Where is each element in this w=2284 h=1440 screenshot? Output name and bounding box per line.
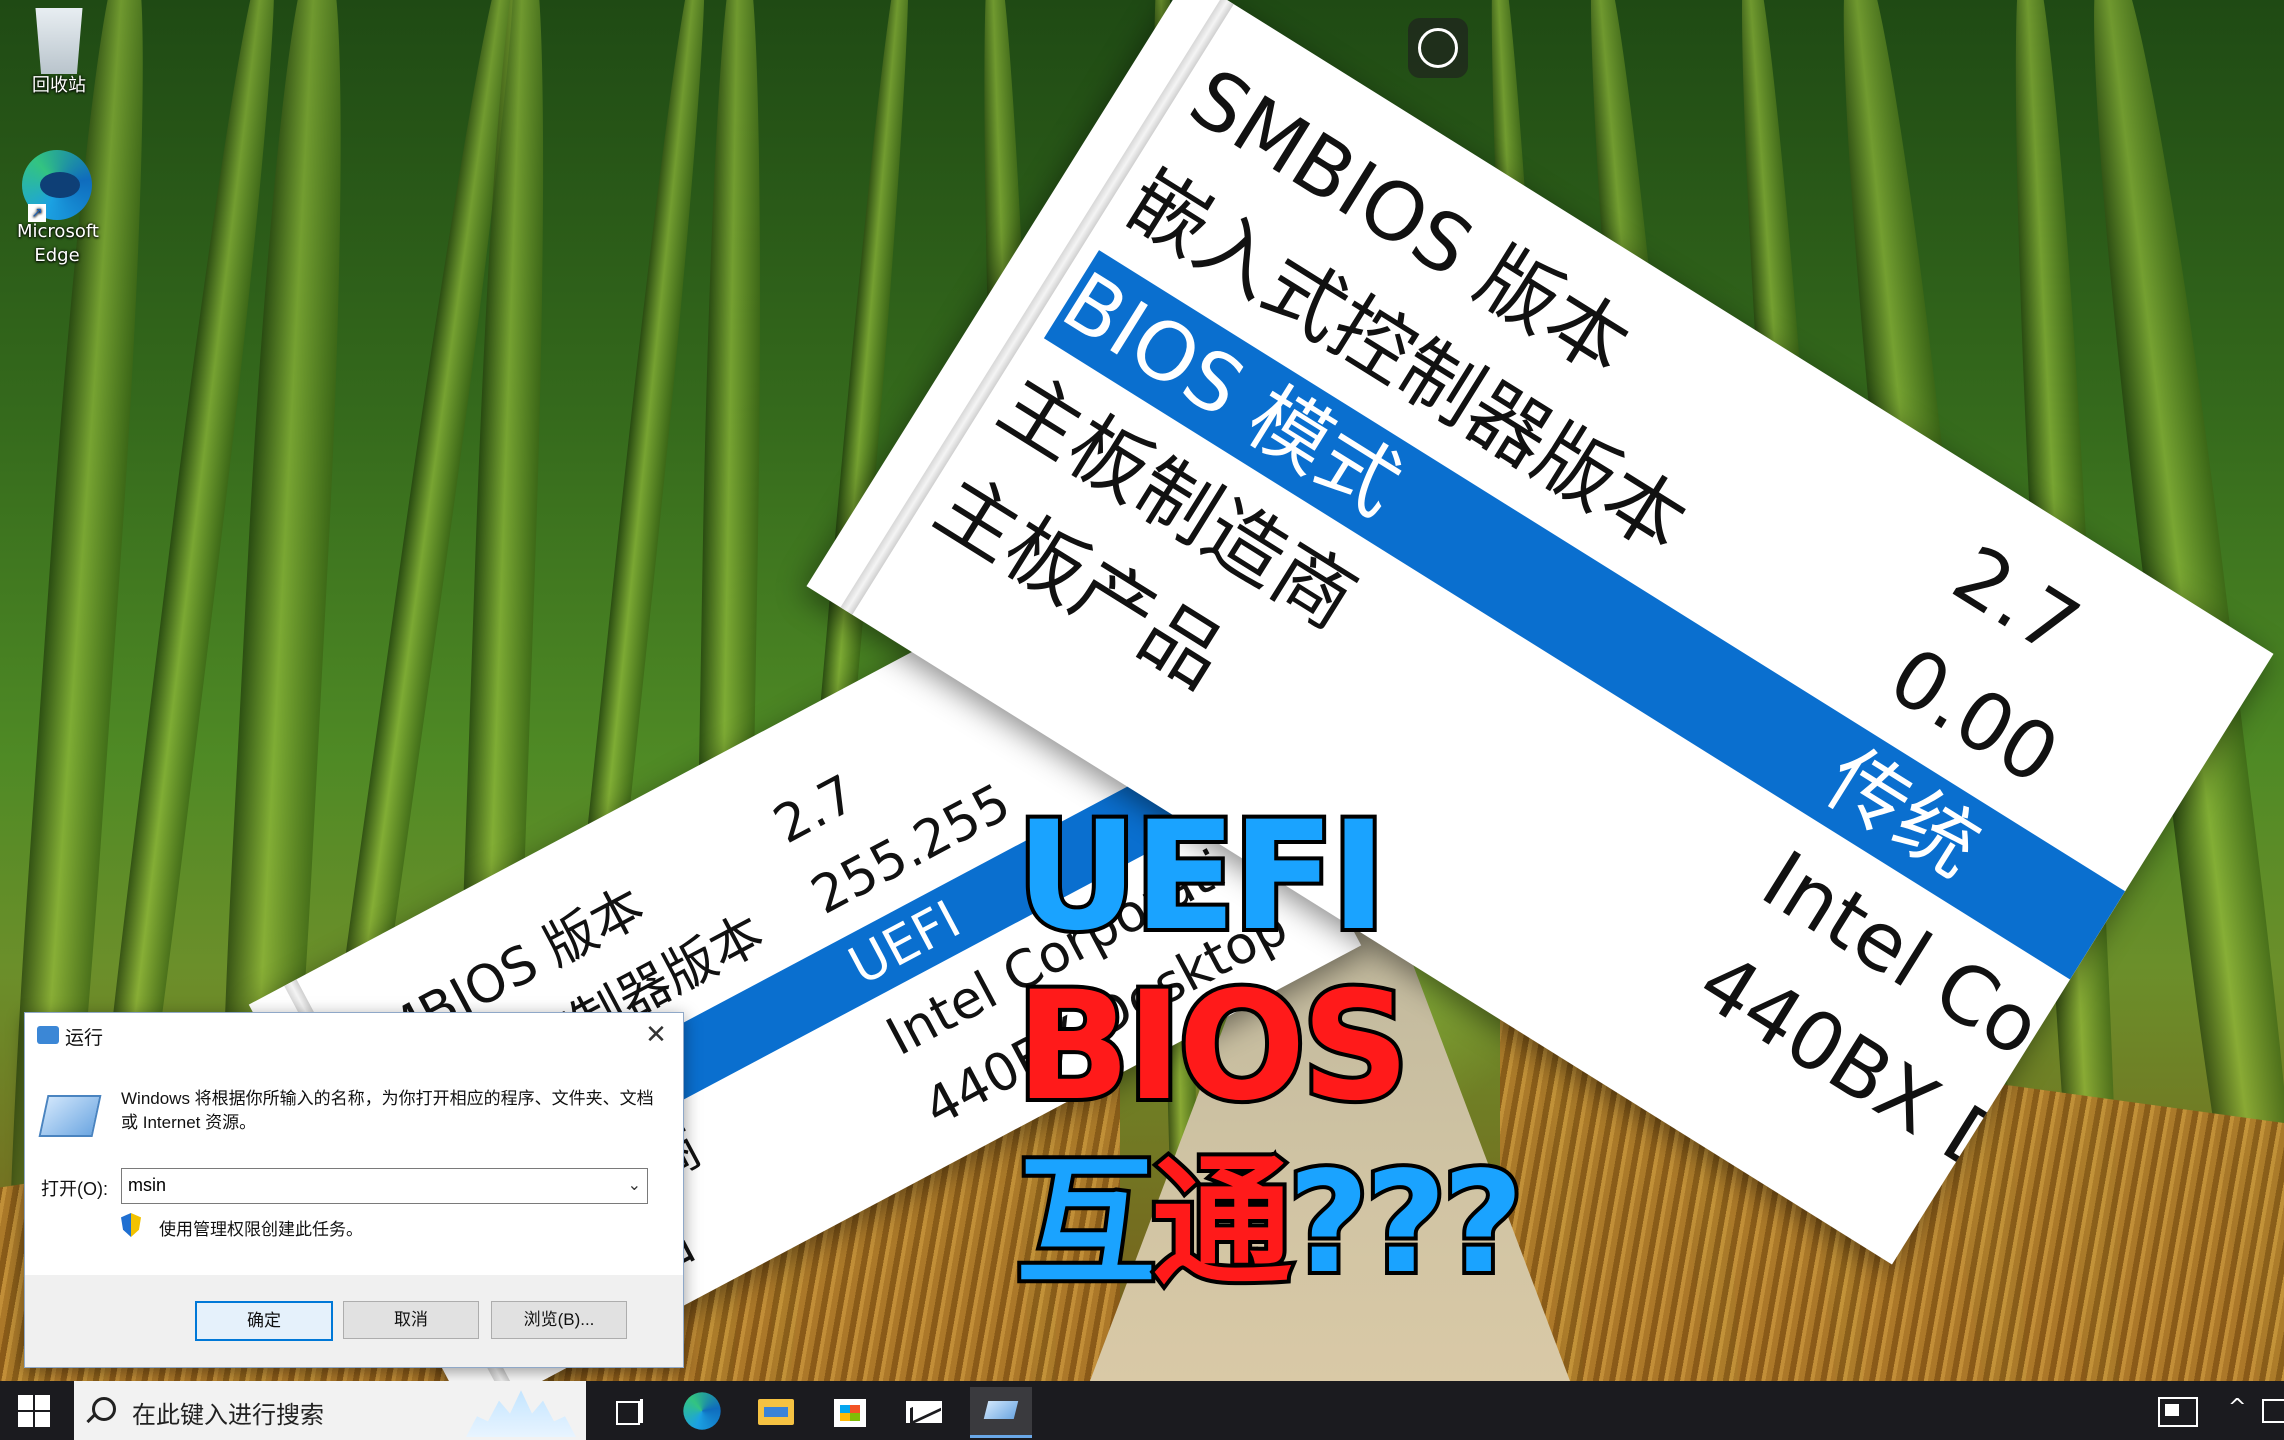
search-icon (92, 1397, 116, 1421)
run-dialog-footer: 确定 取消 浏览(B)... (25, 1275, 683, 1367)
admin-note: 使用管理权限创建此任务。 (159, 1220, 363, 1239)
close-icon: ✕ (645, 1019, 667, 1049)
start-button[interactable] (18, 1395, 50, 1427)
file-explorer-icon[interactable] (754, 1389, 798, 1433)
search-highlight-image (466, 1390, 576, 1437)
desktop-icon-label: Microsoft Edge (17, 221, 99, 266)
desktop-icon-edge[interactable]: ↗ Microsoft Edge (2, 150, 112, 268)
caption-question-marks: ??? (1284, 1138, 1528, 1309)
caption-hu: 互 (1012, 1138, 1160, 1309)
cancel-button[interactable]: 取消 (343, 1301, 479, 1339)
run-taskbar-icon[interactable] (970, 1387, 1032, 1438)
uac-shield-icon (121, 1213, 141, 1237)
mail-icon[interactable] (902, 1389, 946, 1433)
open-label: 打开(O): (41, 1179, 108, 1199)
desktop-icon-recycle-bin[interactable]: 回收站 (4, 8, 114, 98)
shortcut-arrow-icon: ↗ (28, 204, 46, 222)
run-dialog-titlebar[interactable]: 运行 ✕ (25, 1013, 683, 1057)
desktop-icon-label: 回收站 (32, 75, 86, 96)
caption-uefi: UEFI (1012, 786, 1391, 968)
taskbar-search-box[interactable]: 在此键入进行搜索 (74, 1381, 586, 1440)
run-icon (37, 1026, 59, 1044)
store-icon[interactable] (828, 1389, 872, 1433)
run-dialog-title: 运行 (65, 1028, 104, 1049)
taskbar: 在此键入进行搜索 ^ (0, 1381, 2284, 1440)
caption-tong: 通 (1148, 1138, 1296, 1309)
chevron-down-icon[interactable]: ⌄ (628, 1175, 641, 1195)
run-program-icon (38, 1095, 102, 1137)
top-overlay-button[interactable] (1408, 18, 1468, 78)
close-button[interactable]: ✕ (641, 1019, 671, 1049)
news-widget-icon[interactable] (2158, 1397, 2198, 1427)
browse-button[interactable]: 浏览(B)... (491, 1301, 627, 1339)
open-input[interactable] (122, 1169, 614, 1201)
run-dialog: 运行 ✕ Windows 将根据你所输入的名称，为你打开相应的程序、文件夹、文档… (24, 1012, 684, 1368)
caption-bios: BIOS (1012, 956, 1414, 1138)
ok-button[interactable]: 确定 (195, 1301, 333, 1341)
chevron-up-icon[interactable]: ^ (2228, 1395, 2246, 1420)
run-dialog-description: Windows 将根据你所输入的名称，为你打开相应的程序、文件夹、文档或 Int… (121, 1089, 654, 1132)
network-icon[interactable] (2262, 1399, 2284, 1423)
open-combobox[interactable]: ⌄ (121, 1168, 648, 1204)
search-placeholder: 在此键入进行搜索 (132, 1401, 324, 1429)
caption-hutong: 互通??? (1012, 1110, 1528, 1312)
edge-taskbar-icon[interactable] (683, 1392, 721, 1430)
task-view-icon[interactable] (608, 1389, 652, 1433)
recycle-bin-icon (35, 8, 83, 74)
edge-icon: ↗ (22, 150, 92, 222)
user-circle-icon (1418, 28, 1458, 68)
